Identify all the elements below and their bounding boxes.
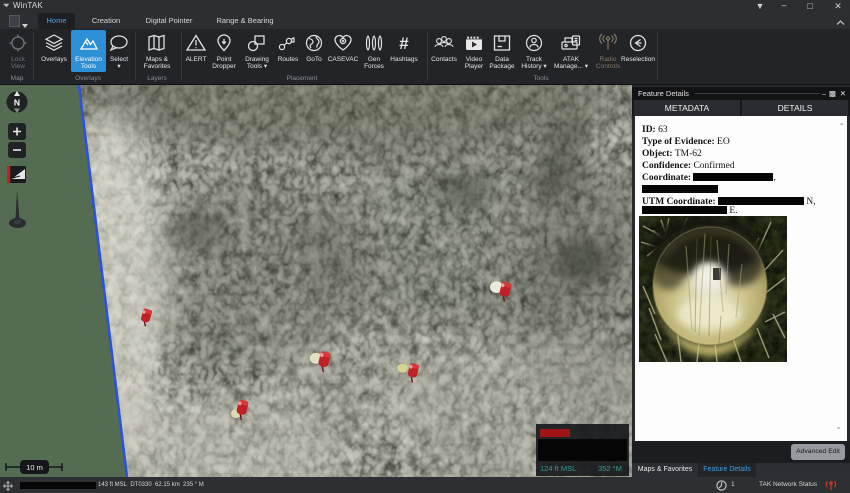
svg-text:N: N bbox=[14, 98, 20, 108]
svg-text:#: # bbox=[399, 34, 409, 53]
svg-text:124 ft MSL: 124 ft MSL bbox=[540, 464, 576, 473]
svg-text:10 m: 10 m bbox=[26, 463, 43, 472]
svg-text:352 °M: 352 °M bbox=[598, 464, 622, 473]
